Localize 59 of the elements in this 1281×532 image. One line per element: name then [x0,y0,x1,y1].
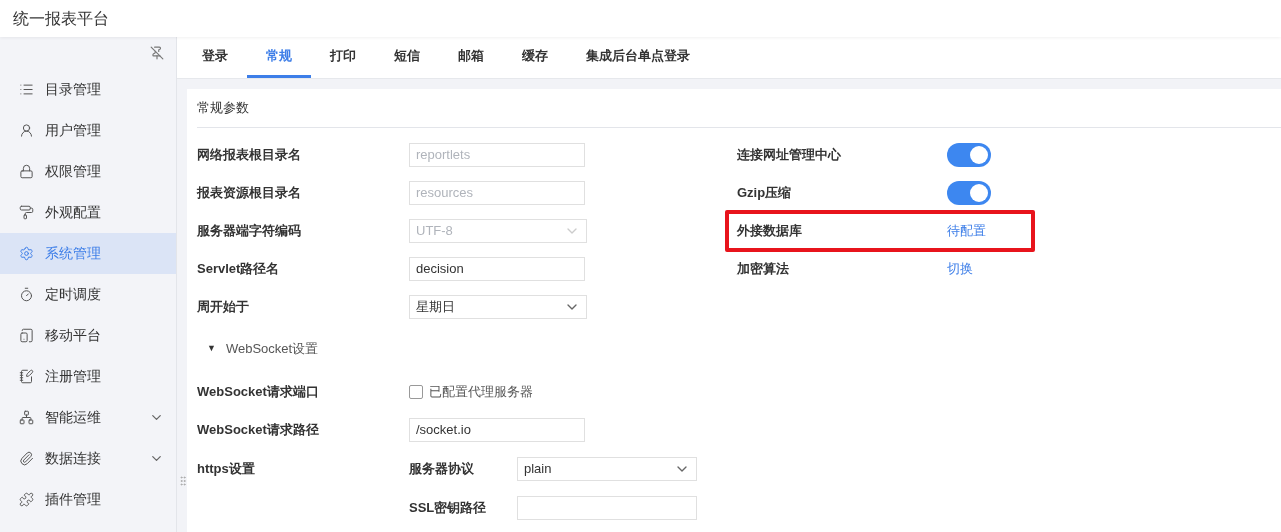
sidebar-item[interactable]: 插件管理 [0,479,176,520]
link[interactable]: 待配置 [947,221,986,241]
tab[interactable]: 常规 [247,37,311,78]
field-label: 外接数据库 [737,222,803,241]
tab[interactable]: 集成后台单点登录 [567,37,709,78]
select-field[interactable]: 星期日 [409,295,587,319]
section-title: WebSocket设置 [225,340,319,359]
list-icon [19,82,34,97]
checkbox-label: 已配置代理服务器 [429,382,533,401]
panel-title: 常规参数 [197,99,249,118]
link[interactable]: 切换 [947,259,973,279]
paint-roller-icon [19,205,34,220]
field-label: 服务器端字符编码 [197,222,302,241]
input-field[interactable]: /socket.io [409,418,585,442]
input-field[interactable]: decision [409,257,585,281]
sidebar-item[interactable]: 移动平台 [0,315,176,356]
puzzle-icon [19,492,34,507]
tab[interactable]: 登录 [183,37,247,78]
tablet-icon [19,328,34,343]
toggle-switch[interactable] [947,143,991,167]
app-title: 统一报表平台 [13,8,109,29]
caret-icon[interactable]: ▼ [207,342,216,356]
field-label: 网络报表根目录名 [197,146,302,165]
field-label: WebSocket请求端口 [197,382,320,401]
user-icon [19,123,34,138]
timer-icon [19,287,34,302]
field-label: WebSocket请求路径 [197,421,320,440]
field-label: 报表资源根目录名 [197,184,302,203]
sidebar-item[interactable]: 权限管理 [0,151,176,192]
tab[interactable]: 短信 [375,37,439,78]
settings-icon [19,246,34,261]
checkbox[interactable] [409,384,423,399]
tab[interactable]: 缓存 [503,37,567,78]
paperclip-icon [19,451,34,466]
toggle-switch[interactable] [947,181,991,205]
sidebar-item[interactable]: 定时调度 [0,274,176,315]
field-label: SSL密钥路径 [409,498,488,517]
select-field[interactable]: plain [517,456,697,481]
sidebar-item[interactable]: 注册管理 [0,356,176,397]
lock-icon [19,164,34,179]
field-label: 周开始于 [197,298,250,317]
resize-handle-icon[interactable] [177,475,189,487]
tab[interactable]: 打印 [311,37,375,78]
sidebar-item[interactable]: 智能运维 [0,397,176,438]
input-field[interactable] [517,495,697,520]
sidebar-item[interactable]: 目录管理 [0,69,176,110]
field-label: Servlet路径名 [197,260,281,279]
notepad-icon [19,369,34,384]
tab[interactable]: 邮箱 [439,37,503,78]
sidebar-item[interactable]: 用户管理 [0,110,176,151]
sidebar-item[interactable]: 外观配置 [0,192,176,233]
sidebar-item[interactable]: 数据连接 [0,438,176,479]
field-label: 连接网址管理中心 [737,146,842,165]
field-label: https设置 [197,459,256,478]
field-label: 加密算法 [737,260,790,279]
field-label: Gzip压缩 [737,184,793,203]
pin-icon[interactable] [150,46,164,60]
field-label: 服务器协议 [409,459,475,478]
network-icon [19,410,34,425]
